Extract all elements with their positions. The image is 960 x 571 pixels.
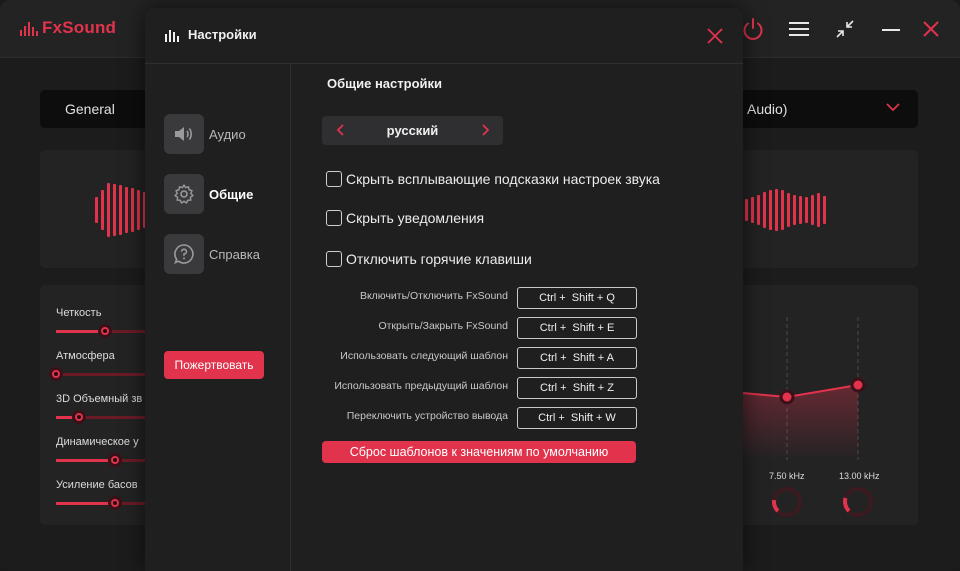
power-icon	[743, 18, 763, 40]
disable-hotkeys-checkbox[interactable]: Отключить горячие клавиши	[326, 251, 532, 267]
chevron-right-icon[interactable]	[478, 123, 492, 137]
checkbox-box[interactable]	[326, 171, 342, 187]
sidebar-item-audio[interactable]: Аудио	[164, 114, 246, 154]
eq-curve	[743, 317, 866, 460]
hotkey-row: Использовать предыдущий шаблон Ctrl + Sh…	[326, 377, 637, 399]
hotkey-field[interactable]: Ctrl + Shift + Z	[517, 377, 637, 399]
hotkey-row: Открыть/Закрыть FxSound Ctrl + Shift + E	[326, 317, 637, 339]
visualizer-left	[95, 180, 152, 240]
hotkey-label: Включить/Отключить FxSound	[359, 290, 508, 302]
checkbox-label: Скрыть уведомления	[346, 210, 485, 226]
sidebar-item-general[interactable]: Общие	[164, 174, 253, 214]
compress-arrows-icon	[836, 20, 854, 38]
hotkey-label: Использовать следующий шаблон	[340, 350, 508, 362]
visualizer-bar	[817, 193, 820, 227]
sidebar-item-label: Общие	[209, 186, 254, 202]
slider-knob[interactable]	[49, 367, 63, 381]
fxsound-logo-icon	[20, 20, 38, 36]
eq-dial-knob[interactable]	[841, 485, 875, 519]
minimize-view-button[interactable]	[830, 14, 860, 44]
visualizer-bar	[769, 190, 772, 230]
menu-button[interactable]	[784, 14, 814, 44]
sidebar-item-help[interactable]: Справка	[164, 234, 260, 274]
visualizer-bar	[125, 187, 128, 233]
eq-band-handle[interactable]	[850, 377, 866, 393]
hotkey-field[interactable]: Ctrl + Shift + W	[517, 407, 637, 429]
speaker-icon	[175, 127, 193, 141]
visualizer-bar	[811, 195, 814, 225]
visualizer-bar	[745, 199, 748, 221]
visualizer-bar	[95, 197, 98, 223]
visualizer-bar	[107, 183, 110, 237]
minimize-icon	[882, 29, 900, 31]
hotkey-row: Включить/Отключить FxSound Ctrl + Shift …	[326, 287, 637, 309]
eq-band-frequency: 7.50 kHz	[769, 471, 805, 481]
slider-knob[interactable]	[97, 324, 112, 338]
eq-band-frequency: 13.00 kHz	[839, 471, 880, 481]
hamburger-icon	[789, 22, 809, 36]
language-selector[interactable]: русский	[322, 116, 503, 145]
visualizer-bar	[113, 184, 116, 236]
hotkey-label: Переключить устройство вывода	[346, 410, 508, 422]
sidebar-item-label: Аудио	[209, 126, 246, 142]
visualizer-bar	[781, 190, 784, 230]
reset-presets-button[interactable]: Сброс шаблонов к значениям по умолчанию	[322, 441, 636, 463]
help-icon	[174, 244, 194, 264]
output-device-name: Audio)	[747, 101, 788, 117]
settings-header: Настройки	[145, 8, 743, 64]
visualizer-bar	[101, 190, 104, 230]
language-value: русский	[386, 123, 439, 138]
hotkey-row: Переключить устройство вывода Ctrl + Shi…	[326, 407, 637, 429]
equalizer-panel: 7.50 kHz 13.00 kHz	[743, 285, 918, 525]
visualizer-right	[745, 180, 826, 240]
eq-band-handle[interactable]	[779, 389, 795, 405]
hide-notifications-checkbox[interactable]: Скрыть уведомления	[326, 210, 484, 226]
close-icon[interactable]	[705, 26, 725, 46]
settings-bars-icon	[165, 29, 179, 42]
gear-icon	[174, 184, 194, 204]
preset-name: General	[65, 101, 115, 117]
settings-dialog: Настройки Аудио Общие Справка Пожертвова…	[145, 8, 743, 571]
chevron-down-icon	[886, 103, 900, 112]
section-title: Общие настройки	[327, 76, 442, 91]
slider-knob[interactable]	[72, 410, 87, 424]
visualizer-bar	[775, 189, 778, 231]
checkbox-label: Скрыть всплывающие подсказки настроек зв…	[346, 171, 660, 187]
visualizer-bar	[751, 197, 754, 223]
checkbox-box[interactable]	[326, 210, 342, 226]
visualizer-bar	[787, 193, 790, 227]
hotkey-label: Открыть/Закрыть FxSound	[378, 320, 508, 332]
close-icon	[923, 21, 939, 37]
checkbox-label: Отключить горячие клавиши	[346, 251, 532, 267]
hotkey-label: Использовать предыдущий шаблон	[334, 380, 508, 392]
minimize-button[interactable]	[876, 14, 906, 44]
hotkey-field[interactable]: Ctrl + Shift + E	[517, 317, 637, 339]
visualizer-bar	[805, 197, 808, 223]
visualizer-bar	[757, 195, 760, 225]
close-app-button[interactable]	[916, 14, 946, 44]
visualizer-bar	[799, 196, 802, 224]
visualizer-bar	[119, 185, 122, 235]
hotkey-field[interactable]: Ctrl + Shift + Q	[517, 287, 637, 309]
visualizer-bar	[137, 190, 140, 230]
general-settings-content: Общие настройки русский Скрыть всплывающ…	[291, 64, 743, 571]
brand-name: FxSound	[42, 18, 117, 37]
visualizer-bar	[793, 195, 796, 225]
brand: FxSound	[20, 18, 116, 38]
donate-button[interactable]: Пожертвовать	[164, 351, 264, 379]
slider-knob[interactable]	[108, 453, 123, 467]
eq-dial-knob[interactable]	[770, 485, 804, 519]
sidebar-item-label: Справка	[209, 246, 260, 262]
visualizer-bar	[823, 196, 826, 224]
checkbox-box[interactable]	[326, 251, 342, 267]
hotkey-row: Использовать следующий шаблон Ctrl + Shi…	[326, 347, 637, 369]
visualizer-bar	[763, 192, 766, 228]
hide-sound-tips-checkbox[interactable]: Скрыть всплывающие подсказки настроек зв…	[326, 171, 660, 187]
visualizer-bar	[131, 188, 134, 232]
settings-sidebar: Аудио Общие Справка Пожертвовать	[145, 64, 291, 571]
settings-title: Настройки	[188, 27, 257, 42]
slider-knob[interactable]	[108, 496, 123, 510]
hotkey-field[interactable]: Ctrl + Shift + A	[517, 347, 637, 369]
